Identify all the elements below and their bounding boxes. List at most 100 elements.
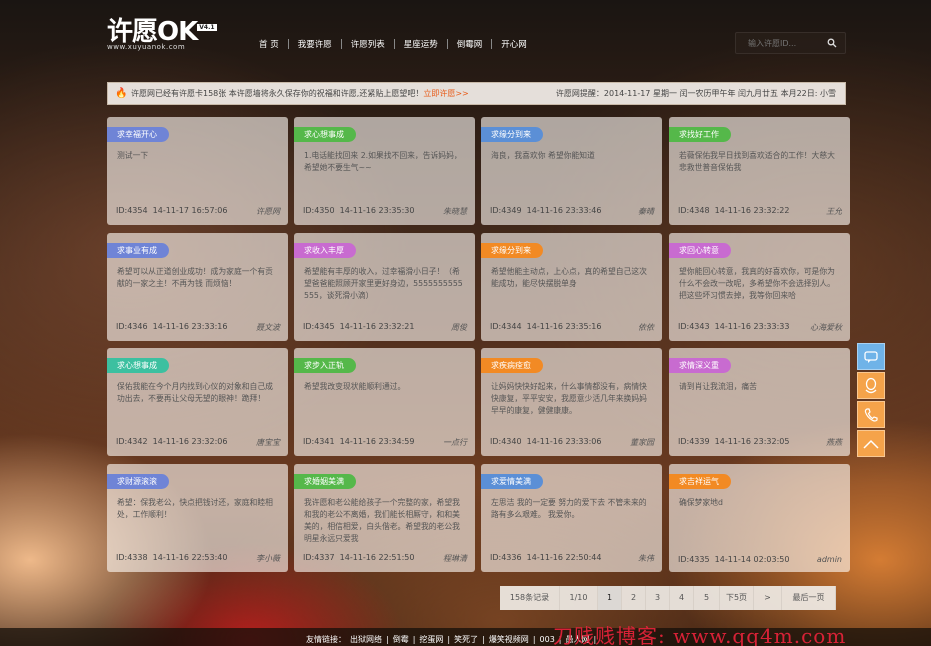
wish-author: 依依 (638, 323, 654, 332)
wish-card[interactable]: 求心想事成 保佑我能在今个月内找到心仪的对象和自己成功出去，不要再让父母无望的眼神… (107, 348, 288, 456)
friend-link[interactable]: 出狱网络 (350, 635, 382, 644)
search-icon[interactable] (827, 38, 837, 48)
wish-id-time: ID:4350 14-11-16 23:35:30 (303, 206, 414, 217)
wish-time: 14-11-16 23:33:06 (526, 437, 602, 446)
wish-time: 14-11-16 23:33:33 (714, 322, 790, 331)
wish-category-tag[interactable]: 求心想事成 (107, 358, 169, 373)
wish-id-time: ID:4342 14-11-16 23:32:06 (116, 437, 227, 448)
nav-make-wish[interactable]: 我要许愿 (289, 38, 341, 50)
wish-id: ID:4339 (678, 437, 710, 446)
wish-card[interactable]: 求缘分到来 希望他能主动点，上心点，真的希望自己这次能成功，能尽快摆脱单身 ID:4… (481, 233, 662, 341)
wish-id: ID:4344 (490, 322, 522, 331)
friend-link-separator: | (386, 635, 389, 644)
wish-content: 希望：保我老公，快点把钱讨还，家庭和睦相处，工作顺利！ (117, 498, 273, 519)
wish-time: 14-11-16 23:33:16 (152, 322, 228, 331)
friend-link[interactable]: 倒霉 (393, 635, 409, 644)
wish-id: ID:4345 (303, 322, 335, 331)
wish-content: 请到肖让我流泪，痛苦 (679, 382, 757, 391)
side-top-button[interactable] (857, 430, 885, 457)
site-logo[interactable]: 许愿OK V4.1 www.xuyuanok.com (107, 18, 217, 51)
friend-link[interactable]: 笑死了 (454, 635, 478, 644)
wish-category-tag[interactable]: 求缘分到来 (481, 127, 543, 142)
pager-link[interactable]: 3 (646, 586, 670, 610)
wish-card[interactable]: 求步入正轨 希望我改变现状能顺利通过。 ID:4341 14-11-16 23:34… (294, 348, 475, 456)
pager-link[interactable]: 1 (598, 586, 622, 610)
wish-category-tag[interactable]: 求幸福开心 (107, 127, 169, 142)
wish-meta: ID:4354 14-11-17 16:57:06 许愿网 (116, 206, 280, 217)
wish-meta: ID:4338 14-11-16 22:53:40 李小薇 (116, 553, 280, 564)
wish-category-tag[interactable]: 求心想事成 (294, 127, 356, 142)
wish-card[interactable]: 求收入丰厚 希望能有丰厚的收入，过幸福滑小日子！（希望爸爸能照顾开家里更好身边，5… (294, 233, 475, 341)
wish-id: ID:4340 (490, 437, 522, 446)
wish-meta: ID:4345 14-11-16 23:32:21 周俊 (303, 322, 467, 333)
search-input[interactable] (736, 33, 816, 53)
wish-id-time: ID:4338 14-11-16 22:53:40 (116, 553, 227, 564)
wish-time: 14-11-16 23:33:46 (526, 206, 602, 215)
pager-link[interactable]: 最后一页 (782, 586, 836, 610)
wish-author: admin (816, 555, 842, 564)
wish-card[interactable]: 求财源滚滚希望：保我老公，快点把钱讨还，家庭和睦相处，工作顺利！ ID:4338 … (107, 464, 288, 572)
qq-icon (865, 377, 877, 393)
nav-daomei[interactable]: 倒霉网 (448, 38, 492, 50)
nav-wish-list[interactable]: 许愿列表 (342, 38, 394, 50)
wish-card[interactable]: 求情深义重 请到肖让我流泪，痛苦 ID:4339 14-11-16 23:32:05… (669, 348, 850, 456)
side-qq-button[interactable] (857, 372, 885, 399)
nav-kaixin[interactable]: 开心网 (492, 38, 536, 50)
notice-date: 许愿网提醒：2014-11-17 星期一 闰一农历甲午年 闰九月廿五 本月22日… (555, 89, 836, 98)
wish-card[interactable]: 求回心转意 望你能回心转意，我真的好喜欢你，可是你为什么不会改一改呢，多希望你不会… (669, 233, 850, 341)
wish-id-time: ID:4346 14-11-16 23:33:16 (116, 322, 227, 333)
wish-id: ID:4341 (303, 437, 335, 446)
pager-link[interactable]: 4 (670, 586, 694, 610)
wish-category-tag[interactable]: 求情深义重 (669, 358, 731, 373)
wish-id: ID:4338 (116, 553, 148, 562)
wish-id: ID:4335 (678, 555, 710, 564)
wish-author: 心海爱秋 (810, 323, 842, 332)
wish-category-tag[interactable]: 求疾病痊愈 (481, 358, 543, 373)
wish-id: ID:4336 (490, 553, 522, 562)
side-chat-button[interactable] (857, 343, 885, 370)
wish-card[interactable]: 求婚姻美满 我许愿和老公能给孩子一个完整的家，希望我和我的老公不离婚，我们能长相厮… (294, 464, 475, 572)
wish-author: 唐宝宝 (256, 438, 280, 447)
wish-card[interactable]: 求找好工作 若薇保佑我早日找到喜欢适合的工作！大慈大悲救世普音保佑我 ID:4348… (669, 117, 850, 225)
wish-category-tag[interactable]: 求事业有成 (107, 243, 169, 258)
wish-category-tag[interactable]: 求爱情美满 (481, 474, 543, 489)
wish-content: 海良，我喜欢你 希望你能知道 (491, 151, 595, 160)
wish-meta: ID:4341 14-11-16 23:34:59 一点行 (303, 437, 467, 448)
wish-meta: ID:4342 14-11-16 23:32:06 唐宝宝 (116, 437, 280, 448)
wish-card[interactable]: 求缘分到来 海良，我喜欢你 希望你能知道 ID:4349 14-11-16 23:3… (481, 117, 662, 225)
wish-content: 让妈妈快快好起来，什么事情都没有，病情快快康复，平平安安，我愿意少活几年来换妈妈… (491, 382, 647, 415)
pager-link[interactable]: 2 (622, 586, 646, 610)
wish-card[interactable]: 求事业有成 希望可以从正道创业成功！成为家庭一个有贡献的一家之主！不再为钱 而烦恼… (107, 233, 288, 341)
wish-category-tag[interactable]: 求步入正轨 (294, 358, 356, 373)
wish-meta: ID:4337 14-11-16 22:51:50 程琳清 (303, 553, 467, 564)
chevron-up-icon (863, 439, 879, 449)
pagination: 158条记录 1/10 1 2 3 4 5 下5页 > 最后一页 (500, 586, 836, 610)
wish-category-tag[interactable]: 求找好工作 (669, 127, 731, 142)
wish-category-tag[interactable]: 求财源滚滚 (107, 474, 169, 489)
pager-link[interactable]: 5 (694, 586, 720, 610)
pager-link[interactable]: > (754, 586, 782, 610)
wish-category-tag[interactable]: 求缘分到来 (481, 243, 543, 258)
wish-category-tag[interactable]: 求收入丰厚 (294, 243, 356, 258)
wish-card[interactable]: 求疾病痊愈让妈妈快快好起来，什么事情都没有，病情快快康复，平平安安，我愿意少活几… (481, 348, 662, 456)
side-phone-button[interactable] (857, 401, 885, 428)
pager-info: 158条记录 (500, 586, 560, 610)
wish-author: 许愿网 (256, 207, 280, 216)
wish-card[interactable]: 求吉祥运气 确保梦家地d ID:4335 14-11-14 02:03:50 admi… (669, 464, 850, 572)
wish-category-tag[interactable]: 求回心转意 (669, 243, 731, 258)
wish-card[interactable]: 求爱情美满 左思洁 我的一定要 努力的爱下去 不管未来的路有多么艰难。 我爱你。 I… (481, 464, 662, 572)
wish-id: ID:4343 (678, 322, 710, 331)
friend-link[interactable]: 爆笑视频网 (489, 635, 529, 644)
wish-card[interactable]: 求心想事成 1.电话能找回来 2.如果找不回来，告诉妈妈，希望她不要生气~~ ID:… (294, 117, 475, 225)
pager-link[interactable]: 下5页 (720, 586, 754, 610)
nav-home[interactable]: 首 页 (250, 38, 288, 50)
nav-horoscope[interactable]: 星座运势 (395, 38, 447, 50)
wish-author: 董家园 (630, 438, 654, 447)
wish-category-tag[interactable]: 求吉祥运气 (669, 474, 731, 489)
wish-id: ID:4346 (116, 322, 148, 331)
wish-id-time: ID:4340 14-11-16 23:33:06 (490, 437, 601, 448)
make-wish-link[interactable]: 立即许愿>> (423, 89, 468, 98)
wish-card[interactable]: 求幸福开心 测试一下 ID:4354 14-11-17 16:57:06 许愿网 (107, 117, 288, 225)
wish-category-tag[interactable]: 求婚姻美满 (294, 474, 356, 489)
friend-link[interactable]: 挖蛋网 (419, 635, 443, 644)
